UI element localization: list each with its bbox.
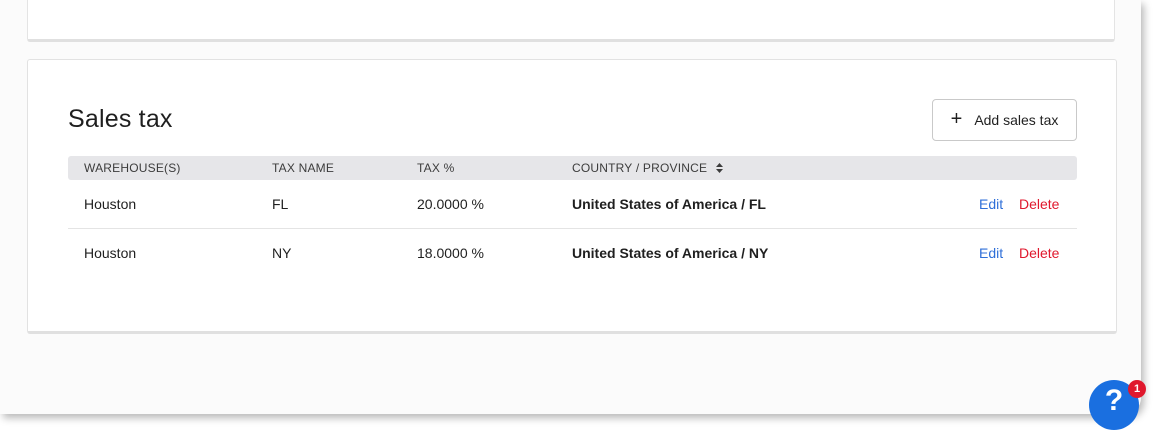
column-header-warehouse: WAREHOUSE(S) (84, 161, 181, 175)
sort-icon[interactable] (715, 162, 723, 173)
previous-card (27, 0, 1115, 42)
sales-tax-card: Sales tax + Add sales tax WAREHOUSE(S) T… (27, 59, 1117, 334)
cell-tax-percent: 20.0000 % (417, 196, 484, 212)
edit-link[interactable]: Edit (979, 245, 1003, 261)
edit-link[interactable]: Edit (979, 196, 1003, 212)
cell-warehouse: Houston (84, 245, 137, 261)
column-header-country-province-label: COUNTRY / PROVINCE (572, 161, 708, 175)
cell-country-province: United States of America / NY (572, 245, 769, 261)
cell-country-province: United States of America / FL (572, 196, 766, 212)
cell-tax-name: FL (272, 196, 289, 212)
table-row: Houston NY 18.0000 % United States of Am… (68, 229, 1077, 277)
column-header-tax-percent: TAX % (417, 161, 455, 175)
delete-link[interactable]: Delete (1019, 245, 1059, 261)
table-row: Houston FL 20.0000 % United States of Am… (68, 180, 1077, 229)
question-icon: ? (1104, 384, 1124, 417)
cell-tax-percent: 18.0000 % (417, 245, 484, 261)
table-header: WAREHOUSE(S) TAX NAME TAX % COUNTRY / PR… (68, 156, 1077, 180)
delete-link[interactable]: Delete (1019, 196, 1059, 212)
plus-icon: + (950, 108, 963, 130)
add-sales-tax-label: Add sales tax (974, 112, 1059, 128)
section-title: Sales tax (68, 105, 173, 133)
add-sales-tax-button[interactable]: + Add sales tax (932, 99, 1077, 141)
cell-tax-name: NY (272, 245, 292, 261)
column-header-country-province[interactable]: COUNTRY / PROVINCE (572, 161, 723, 175)
notification-badge: 1 (1128, 380, 1146, 398)
cell-warehouse: Houston (84, 196, 137, 212)
page-viewport: Sales tax + Add sales tax WAREHOUSE(S) T… (0, 0, 1141, 414)
column-header-tax-name: TAX NAME (272, 161, 335, 175)
